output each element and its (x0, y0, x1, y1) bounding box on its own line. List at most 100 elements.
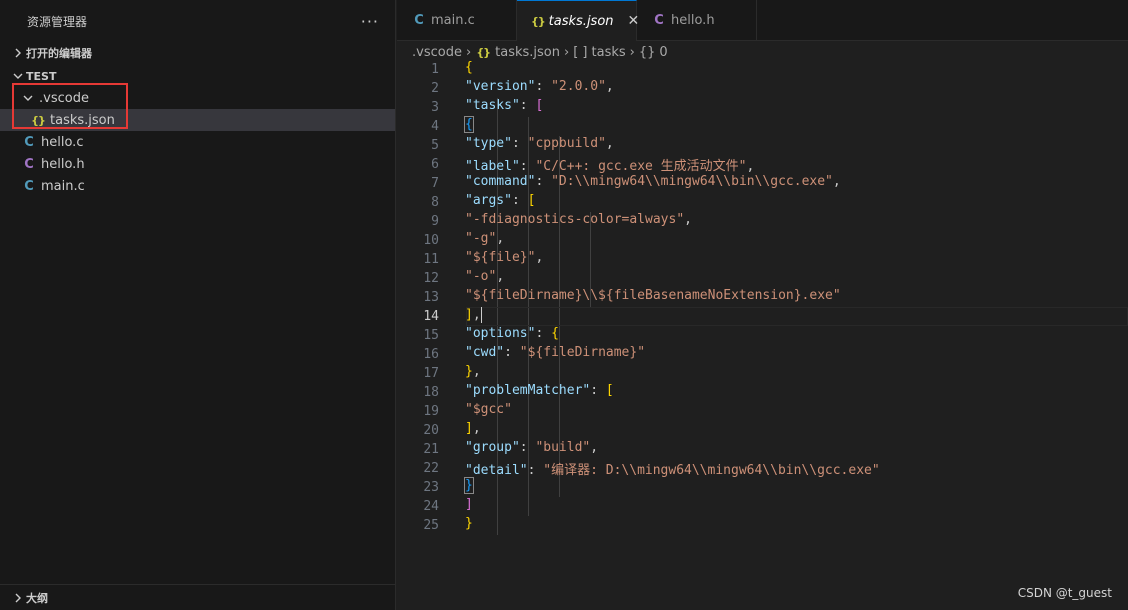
workspace-label: TEST (26, 69, 57, 83)
tab-label: main.c (431, 12, 475, 28)
more-actions-icon[interactable]: ··· (361, 12, 379, 31)
code-line: "-o", (465, 269, 505, 284)
chevron-right-icon (10, 593, 26, 603)
text-cursor (480, 307, 482, 323)
line-number: 23 (423, 480, 439, 495)
line-number: 3 (431, 100, 439, 115)
chevron-right-icon: › (629, 44, 635, 60)
code-line: } (464, 477, 474, 494)
tree-label: tasks.json (50, 112, 115, 128)
tree-file-hello-c[interactable]: C hello.c (0, 131, 395, 153)
code-line: "-g", (465, 231, 505, 246)
array-icon: [ ] (573, 44, 588, 60)
line-number: 19 (423, 404, 439, 419)
code-line: "detail": "编译器: D:\\mingw64\\mingw64\\bi… (465, 463, 880, 478)
code-line: "command": "D:\\mingw64\\mingw64\\bin\\g… (465, 174, 841, 189)
code-line: "tasks": [ (465, 98, 544, 113)
code-line: "version": "2.0.0", (465, 79, 614, 94)
line-number: 21 (423, 442, 439, 457)
line-number: 1 (431, 62, 439, 77)
tree-label: hello.c (41, 134, 84, 150)
code-line: "${fileDirname}\\${fileBasenameNoExtensi… (465, 288, 841, 303)
line-number: 20 (423, 423, 439, 438)
tab-label: hello.h (671, 12, 715, 28)
line-number: 16 (423, 347, 439, 362)
workspace-section[interactable]: TEST (0, 65, 395, 87)
tab-hello-h[interactable]: C hello.h (637, 0, 757, 40)
tree-label: hello.h (41, 156, 85, 172)
tab-main-c[interactable]: C main.c (397, 0, 517, 40)
breadcrumb-file[interactable]: tasks.json (495, 45, 560, 60)
tree-label: .vscode (39, 90, 89, 106)
code-line: { (465, 60, 473, 75)
line-number: 25 (423, 518, 439, 533)
breadcrumb-folder[interactable]: .vscode (412, 45, 462, 60)
open-editors-label: 打开的编辑器 (26, 47, 92, 60)
h-file-icon: C (24, 156, 34, 172)
code-line: "label": "C/C++: gcc.exe 生成活动文件", (465, 159, 755, 174)
explorer-sidebar: 资源管理器 ··· 打开的编辑器 TEST .vscode {} tasks.j… (0, 0, 396, 610)
line-number: 11 (423, 252, 439, 267)
open-editors-section[interactable]: 打开的编辑器 (0, 42, 395, 64)
c-file-icon: C (414, 12, 424, 28)
tab-tasks-json[interactable]: {} tasks.json ✕ (517, 0, 639, 41)
code-line: ], (465, 307, 482, 323)
code-editor[interactable]: 1 2 3 4 5 6 7 8 9 10 11 12 13 14 15 16 17 18 19 20 21 22 23 24 2… (397, 60, 1128, 610)
chevron-right-icon: › (465, 44, 472, 60)
line-number: 10 (423, 233, 439, 248)
json-file-icon: {} (31, 113, 46, 127)
breadcrumb-array[interactable]: tasks (592, 45, 626, 60)
watermark: CSDN @t_guest (1017, 586, 1112, 600)
object-icon: {} (638, 44, 656, 60)
line-number: 13 (423, 290, 439, 305)
tree-folder-vscode[interactable]: .vscode (0, 87, 395, 109)
code-line: { (464, 116, 474, 133)
code-line: "group": "build", (465, 440, 599, 455)
h-file-icon: C (654, 12, 664, 28)
tab-bar: C main.c {} tasks.json ✕ C hello.h (397, 0, 1128, 41)
code-line: "-fdiagnostics-color=always", (465, 212, 692, 227)
line-number: 7 (431, 176, 439, 191)
chevron-down-icon (10, 71, 26, 81)
tree-file-hello-h[interactable]: C hello.h (0, 153, 395, 175)
outline-label: 大纲 (26, 591, 48, 605)
c-file-icon: C (24, 178, 34, 194)
code-line: "problemMatcher": [ (465, 383, 614, 398)
line-number: 17 (423, 366, 439, 381)
code-line: "options": { (465, 326, 559, 341)
code-line: ], (465, 421, 481, 436)
line-number: 2 (431, 81, 439, 96)
code-line: "${file}", (465, 250, 544, 265)
line-number: 24 (423, 499, 439, 514)
code-line: ] (465, 497, 473, 512)
line-number: 22 (423, 461, 439, 476)
code-line: }, (465, 364, 481, 379)
breadcrumb-object[interactable]: 0 (659, 45, 667, 60)
code-line: "cwd": "${fileDirname}" (465, 345, 646, 360)
json-file-icon: {} (476, 45, 491, 59)
editor-area: C main.c {} tasks.json ✕ C hello.h .vsco… (397, 0, 1128, 610)
chevron-down-icon (20, 93, 36, 103)
tree-label: main.c (41, 178, 85, 194)
line-number: 5 (431, 138, 439, 153)
line-number: 15 (423, 328, 439, 343)
current-line-highlight (466, 307, 1128, 326)
code-line: "type": "cppbuild", (465, 136, 614, 151)
tree-file-main-c[interactable]: C main.c (0, 175, 395, 197)
code-line: } (465, 516, 473, 531)
explorer-header: 资源管理器 ··· (0, 0, 395, 42)
line-number: 12 (423, 271, 439, 286)
tree-file-tasks-json[interactable]: {} tasks.json (0, 109, 395, 131)
chevron-right-icon: › (564, 44, 570, 60)
explorer-title: 资源管理器 (27, 14, 88, 29)
code-line: "$gcc" (465, 402, 512, 417)
code-line: "args": [ (465, 193, 536, 208)
line-number: 9 (431, 214, 439, 229)
line-number: 8 (431, 195, 439, 210)
tab-label: tasks.json (548, 13, 614, 29)
outline-section[interactable]: 大纲 (0, 584, 395, 610)
line-number: 18 (423, 385, 439, 400)
chevron-right-icon (10, 48, 26, 58)
c-file-icon: C (24, 134, 34, 150)
line-number: 4 (431, 119, 439, 134)
